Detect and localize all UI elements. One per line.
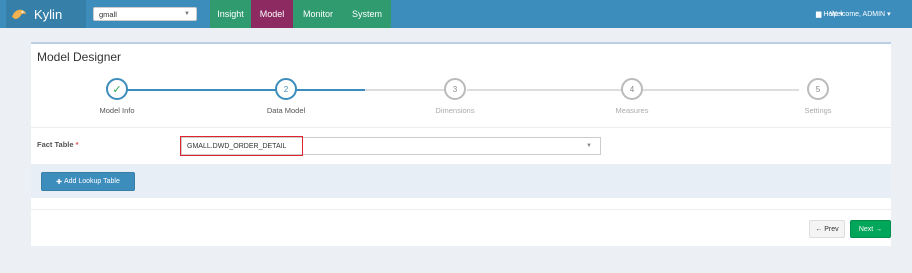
plus-icon: ✚ xyxy=(56,178,62,186)
step-label: Data Model xyxy=(266,106,306,115)
tab-model-label: Model xyxy=(259,9,285,19)
add-lookup-table-button[interactable]: ✚ Add Lookup Table xyxy=(41,172,135,191)
fact-table-select[interactable]: GMALL.DWD_ORDER_DETAIL ▼ xyxy=(180,136,601,156)
step-label: Measures xyxy=(615,106,649,115)
book-icon: ▆ xyxy=(816,11,822,18)
brand[interactable]: Kylin xyxy=(6,0,86,28)
tab-system[interactable]: System xyxy=(343,0,391,28)
project-select-value: gmall xyxy=(99,9,117,19)
step-settings[interactable]: 5 Settings xyxy=(758,78,878,115)
page-title: Model Designer xyxy=(37,50,122,64)
brand-name: Kylin xyxy=(34,6,63,22)
divider xyxy=(31,127,891,128)
chevron-down-icon: ▾ xyxy=(887,11,891,18)
tab-monitor[interactable]: Monitor xyxy=(293,0,343,28)
step-model-info[interactable]: ✓ Model Info xyxy=(57,78,177,115)
welcome-label: Welcome, ADMIN xyxy=(830,10,886,18)
step-number: 4 xyxy=(621,78,643,100)
step-number: 5 xyxy=(807,78,829,100)
step-measures[interactable]: 4 Measures xyxy=(572,78,692,115)
arrow-right-icon: → xyxy=(875,225,883,233)
step-number: 3 xyxy=(444,78,466,100)
user-menu[interactable]: Welcome, ADMIN ▾ xyxy=(830,0,891,28)
chevron-down-icon: ▼ xyxy=(184,11,190,17)
model-designer-panel: Model Designer ✓ Model Info 2 Data Model… xyxy=(31,42,891,246)
fact-table-label: Fact Table * xyxy=(37,140,79,149)
fact-table-label-text: Fact Table xyxy=(37,140,74,149)
tab-model[interactable]: Model xyxy=(251,0,293,28)
check-icon: ✓ xyxy=(106,78,128,100)
chevron-down-icon: ▼ xyxy=(586,143,592,149)
prev-button[interactable]: ← Prev xyxy=(809,220,845,238)
next-label: Next xyxy=(858,225,874,233)
tab-system-label: System xyxy=(351,9,382,19)
wizard-footer: ← Prev Next → xyxy=(31,208,891,248)
step-label: Model Info xyxy=(99,106,135,115)
project-select[interactable]: gmall ▼ xyxy=(93,7,197,21)
step-label: Dimensions xyxy=(435,106,475,115)
top-navbar: Kylin gmall ▼ Insight Model Monitor Syst… xyxy=(0,0,912,28)
tab-monitor-label: Monitor xyxy=(302,9,333,19)
step-number: 2 xyxy=(275,78,297,100)
prev-label: Prev xyxy=(824,225,839,233)
add-lookup-label: Add Lookup Table xyxy=(63,178,120,185)
arrow-left-icon: ← xyxy=(815,225,823,233)
kylin-logo-icon xyxy=(12,9,26,19)
next-button[interactable]: Next → xyxy=(850,220,891,238)
highlight-box xyxy=(180,136,303,156)
step-data-model[interactable]: 2 Data Model xyxy=(226,78,346,115)
step-dimensions[interactable]: 3 Dimensions xyxy=(395,78,515,115)
step-label: Settings xyxy=(804,106,832,115)
lookup-table-area: ✚ Add Lookup Table xyxy=(31,164,891,198)
wizard-stepper: ✓ Model Info 2 Data Model 3 Dimensions 4… xyxy=(31,78,891,118)
tab-insight-label: Insight xyxy=(217,9,244,19)
required-marker: * xyxy=(75,140,79,149)
tab-insight[interactable]: Insight xyxy=(210,0,251,28)
